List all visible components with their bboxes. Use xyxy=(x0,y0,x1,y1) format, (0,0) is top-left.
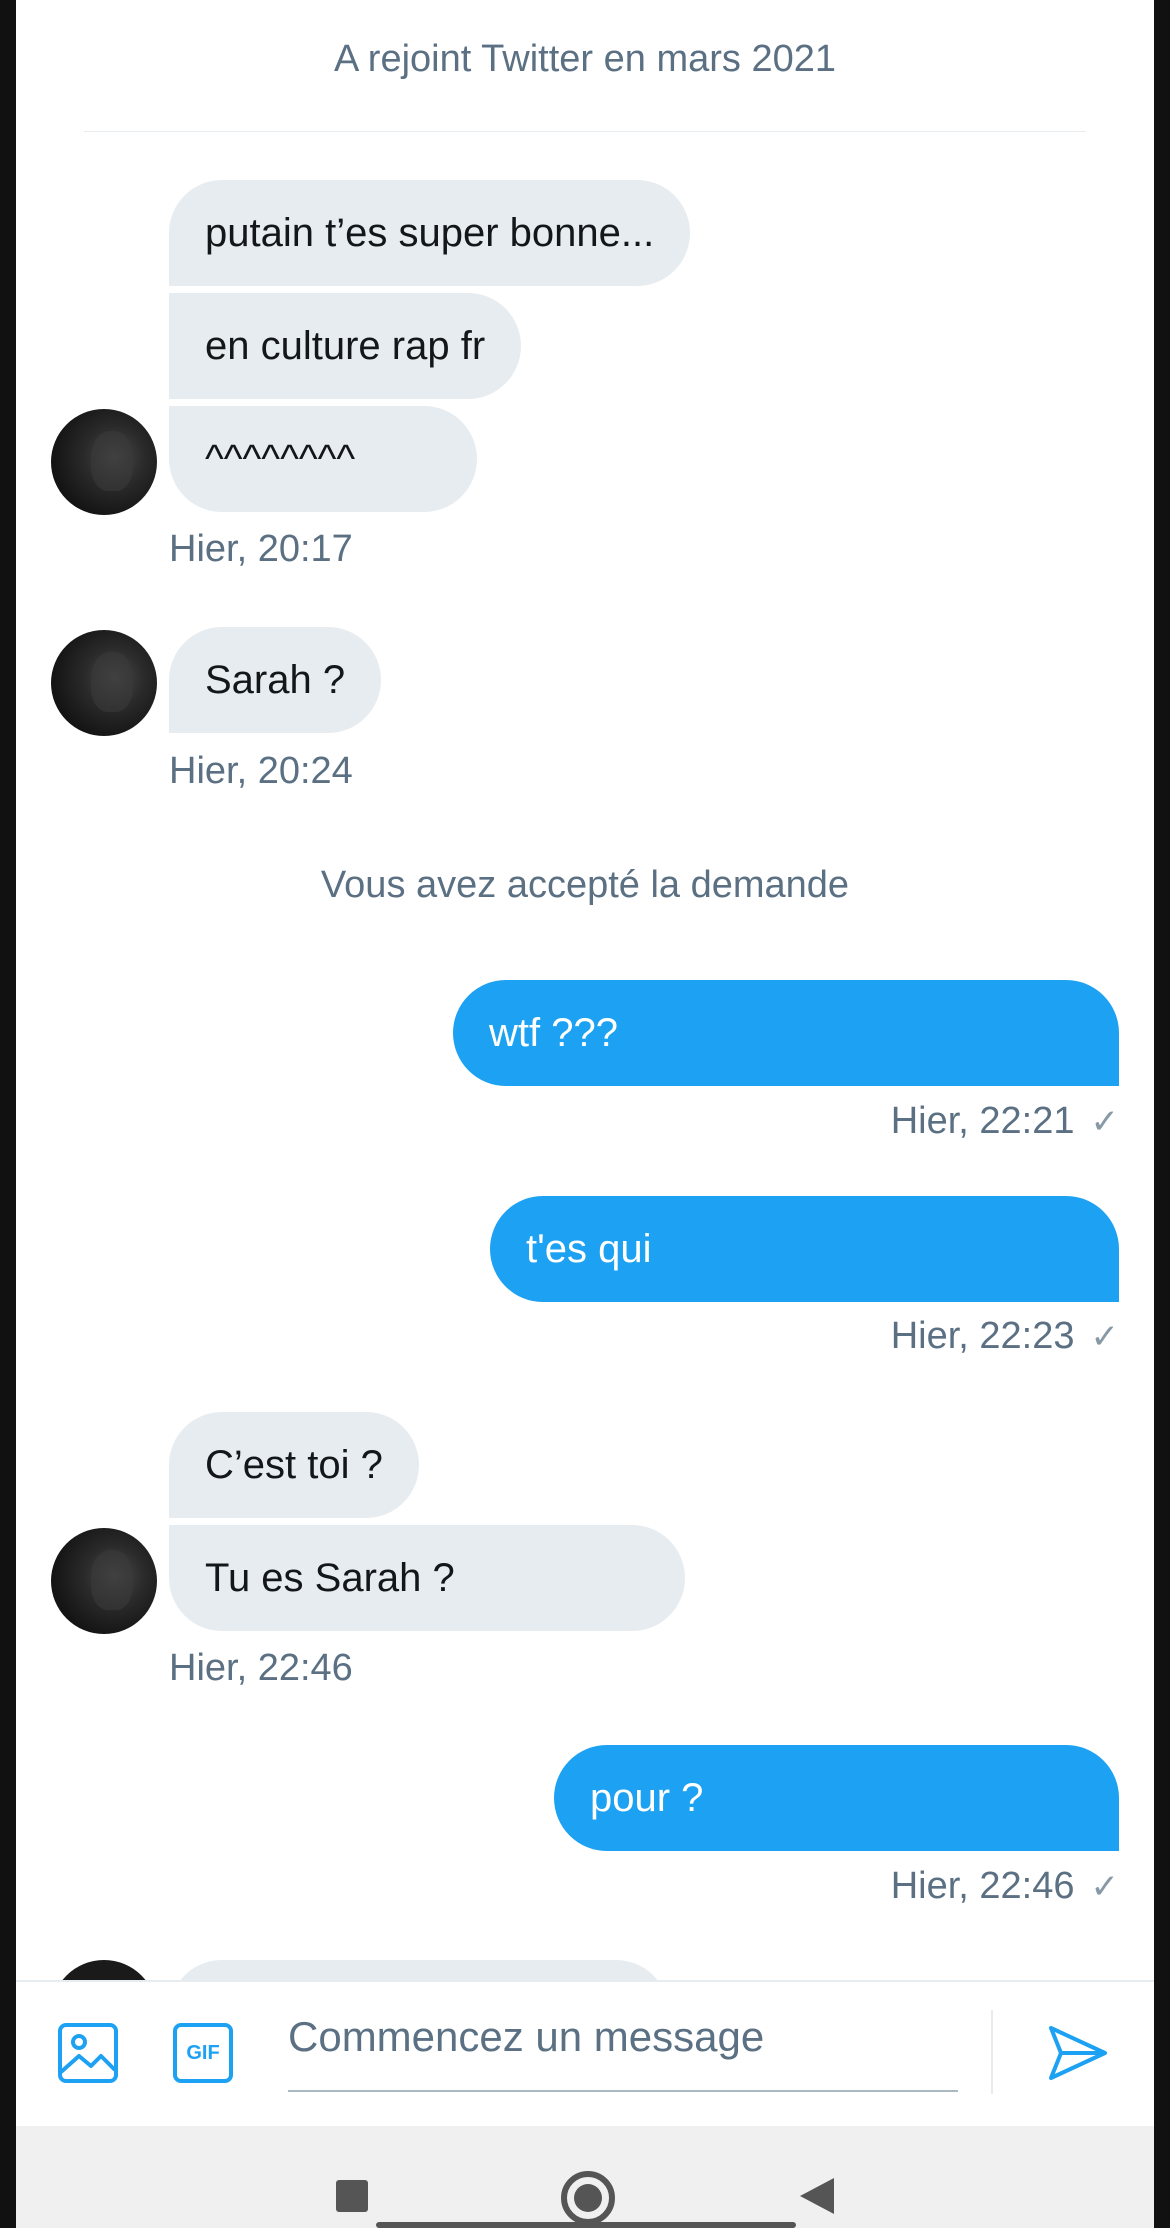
sent-check-icon: ✓ xyxy=(1090,1102,1120,1141)
outgoing-message-bubble[interactable]: pour ? xyxy=(554,1745,1119,1851)
gif-label: GIF xyxy=(186,2042,220,2064)
sender-avatar[interactable] xyxy=(51,630,157,736)
system-navigation-bar xyxy=(16,2126,1154,2228)
incoming-message-bubble[interactable]: Sarah ? xyxy=(169,627,382,733)
message-timestamp: Hier, 22:46 xyxy=(890,1865,1075,1907)
image-icon[interactable] xyxy=(57,2022,119,2084)
request-accepted-notice: Vous avez accepté la demande xyxy=(320,864,850,906)
home-icon[interactable] xyxy=(560,2170,616,2228)
message-timestamp: Hier, 20:17 xyxy=(169,528,353,570)
header-divider xyxy=(84,131,1086,132)
incoming-message-bubble[interactable]: ^^^^^^^^ xyxy=(169,406,477,512)
message-composer: GIF Commencez un message xyxy=(16,1980,1154,2128)
message-timestamp: Hier, 20:24 xyxy=(169,750,353,792)
message-timestamp: Hier, 22:21 xyxy=(890,1100,1075,1142)
back-icon[interactable] xyxy=(798,2176,836,2221)
message-input[interactable]: Commencez un message xyxy=(288,2004,958,2070)
gesture-handle xyxy=(376,2222,796,2228)
input-underline xyxy=(288,2090,958,2092)
recents-icon[interactable] xyxy=(334,2178,370,2219)
incoming-message-bubble[interactable]: Tu es Sarah ? xyxy=(169,1525,685,1631)
send-icon[interactable] xyxy=(1045,2020,1111,2086)
sender-avatar[interactable] xyxy=(51,409,157,515)
incoming-message-bubble[interactable]: putain t’es super bonne... xyxy=(169,180,691,286)
message-status-row: Hier, 22:23 ✓ xyxy=(891,1315,1119,1358)
outgoing-message-bubble[interactable]: wtf ??? xyxy=(453,980,1119,1086)
conversation-screen: A rejoint Twitter en mars 2021 putain t’… xyxy=(16,0,1154,2228)
incoming-message-bubble[interactable]: C’est toi ? xyxy=(169,1412,419,1518)
profile-joined-text: A rejoint Twitter en mars 2021 xyxy=(334,38,836,80)
incoming-message-bubble[interactable]: en culture rap fr xyxy=(169,293,522,399)
outgoing-message-bubble[interactable]: t'es qui xyxy=(490,1196,1119,1302)
message-timestamp: Hier, 22:23 xyxy=(890,1315,1075,1357)
sender-avatar[interactable] xyxy=(51,1528,157,1634)
composer-separator xyxy=(991,2010,993,2094)
sent-check-icon: ✓ xyxy=(1090,1867,1120,1906)
message-status-row: Hier, 22:21 ✓ xyxy=(891,1100,1119,1143)
sent-check-icon: ✓ xyxy=(1090,1317,1120,1356)
gif-button[interactable]: GIF xyxy=(172,2022,234,2084)
message-timestamp: Hier, 22:46 xyxy=(169,1647,353,1689)
message-status-row: Hier, 22:46 ✓ xyxy=(891,1865,1119,1908)
